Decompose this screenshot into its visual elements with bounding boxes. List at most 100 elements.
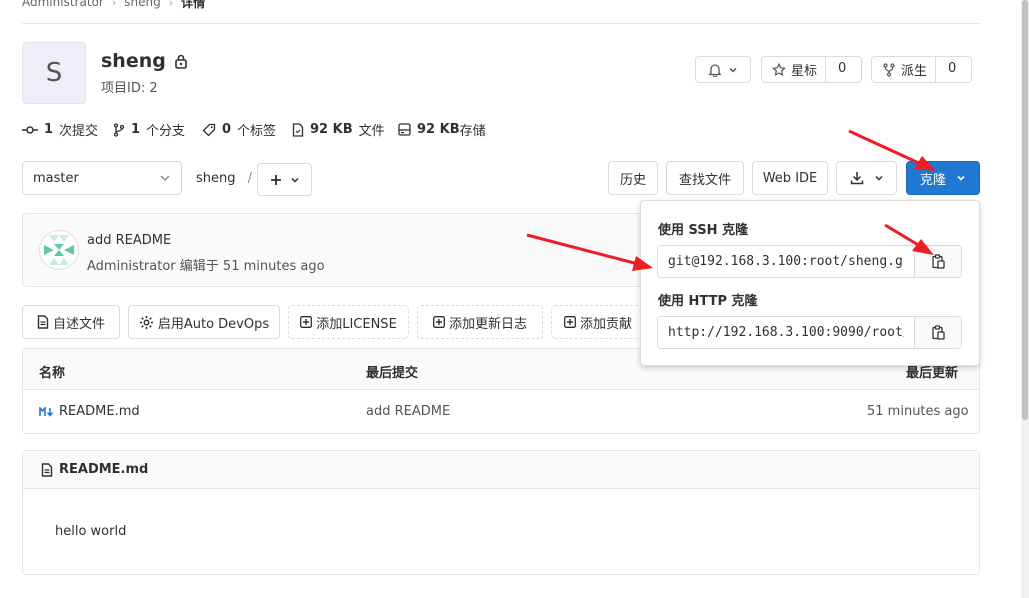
plus-square-icon	[433, 316, 445, 328]
clone-button[interactable]: 克隆	[906, 161, 980, 195]
stat-value: 0	[222, 122, 232, 137]
storage-icon	[398, 123, 411, 136]
commit-title[interactable]: add README	[87, 233, 171, 248]
project-title-row: sheng	[101, 50, 188, 72]
stat-label: 个分支	[146, 124, 186, 139]
quick-action-label: 添加LICENSE	[316, 316, 397, 332]
divider	[22, 23, 980, 24]
stat-label: 次提交	[59, 124, 99, 139]
stat-files[interactable]: 92 KB 文件	[292, 120, 385, 139]
download-button[interactable]	[836, 161, 897, 195]
breadcrumb-item-user[interactable]: Administrator	[22, 0, 104, 9]
markdown-icon	[39, 406, 54, 417]
chevron-down-icon	[290, 175, 300, 185]
ssh-url-group	[657, 245, 962, 278]
project-name[interactable]: sheng	[101, 50, 166, 72]
column-header-last-commit: 最后提交	[366, 366, 419, 381]
branch-icon	[113, 122, 125, 137]
fork-button[interactable]: 派生 0	[871, 56, 972, 83]
stat-branches[interactable]: 1 个分支	[113, 120, 185, 139]
stat-label: 个标签	[237, 124, 277, 139]
chevron-down-icon	[159, 172, 171, 184]
copy-ssh-url-button[interactable]	[914, 246, 961, 277]
readme-quick-button[interactable]: 自述文件	[22, 305, 120, 339]
chevron-down-icon	[728, 65, 738, 75]
author-identicon-avatar[interactable]	[39, 230, 79, 270]
commit-meta: Administrator 编辑于 51 minutes ago	[87, 255, 325, 274]
http-clone-label: 使用 HTTP 克隆	[658, 294, 758, 309]
chevron-down-icon	[874, 173, 884, 183]
stat-value: 92 KB	[310, 122, 353, 137]
plus-icon	[270, 174, 282, 186]
clipboard-icon	[931, 254, 945, 269]
ssh-clone-label: 使用 SSH 克隆	[658, 223, 749, 238]
table-row[interactable]	[23, 391, 979, 433]
clipboard-icon	[931, 325, 945, 340]
plus-square-icon	[300, 316, 313, 328]
clone-label: 克隆	[919, 172, 946, 188]
readme-filename[interactable]: README.md	[59, 462, 148, 477]
branch-select[interactable]: master	[22, 161, 182, 195]
chevron-right-icon: ›	[168, 0, 174, 9]
document-icon	[37, 315, 49, 329]
branch-select-value: master	[33, 170, 79, 186]
lock-icon	[174, 53, 188, 69]
fork-count: 0	[935, 57, 968, 82]
quick-action-label: 添加贡献	[580, 316, 633, 332]
star-button[interactable]: 星标 0	[761, 56, 862, 83]
enable-auto-devops-button[interactable]: 启用Auto DevOps	[128, 305, 280, 339]
document-icon	[41, 462, 53, 477]
add-contributing-button[interactable]: 添加贡献	[551, 305, 651, 339]
http-url-input[interactable]	[658, 317, 914, 348]
notification-button[interactable]	[695, 56, 751, 83]
fork-label: 派生	[901, 64, 928, 79]
commit-time: 51 minutes ago	[222, 259, 325, 274]
copy-http-url-button[interactable]	[914, 317, 961, 348]
stat-label: 存储	[459, 124, 486, 139]
chevron-down-icon	[956, 173, 966, 183]
column-header-name: 名称	[39, 366, 66, 381]
scrollbar-thumb[interactable]	[1022, 0, 1028, 420]
project-id: 项目ID: 2	[101, 81, 158, 96]
path-separator: /	[247, 171, 253, 186]
file-last-commit[interactable]: add README	[366, 404, 450, 419]
commit-icon	[22, 124, 38, 136]
stat-value: 92 KB	[417, 122, 460, 137]
breadcrumb: Administrator › sheng › 详情	[22, 0, 205, 10]
readme-header	[23, 451, 979, 489]
breadcrumb-item-project[interactable]: sheng	[124, 0, 160, 9]
ssh-url-input[interactable]	[658, 246, 914, 277]
stat-label: 文件	[358, 124, 385, 139]
breadcrumb-item-current: 详情	[181, 0, 206, 10]
readme-content: hello world	[55, 524, 127, 539]
add-license-button[interactable]: 添加LICENSE	[288, 305, 409, 339]
file-name[interactable]: README.md	[59, 404, 140, 419]
web-ide-button[interactable]: Web IDE	[752, 161, 828, 195]
plus-square-icon	[564, 316, 576, 328]
tag-icon	[202, 123, 216, 137]
add-changelog-button[interactable]: 添加更新日志	[417, 305, 543, 339]
star-count: 0	[825, 57, 858, 82]
file-last-update: 51 minutes ago	[867, 404, 969, 419]
quick-action-label: 自述文件	[52, 316, 105, 332]
stat-value: 1	[44, 122, 54, 137]
find-file-button[interactable]: 查找文件	[666, 161, 744, 195]
file-name-cell[interactable]: README.md	[39, 404, 140, 419]
fork-icon	[882, 62, 896, 77]
download-icon	[850, 171, 864, 185]
star-label: 星标	[791, 64, 818, 79]
stat-tags[interactable]: 0 个标签	[202, 120, 276, 139]
http-url-group	[657, 316, 962, 349]
commit-author[interactable]: Administrator	[87, 259, 176, 274]
history-button[interactable]: 历史	[608, 161, 658, 195]
quick-action-label: 添加更新日志	[448, 316, 527, 332]
repo-path-name[interactable]: sheng	[196, 171, 236, 186]
stat-value: 1	[131, 122, 141, 137]
gear-icon	[139, 315, 154, 330]
commit-edited-text: 编辑于	[179, 259, 219, 274]
stat-storage[interactable]: 92 KB 存储	[398, 120, 486, 139]
repo-path: sheng /	[196, 171, 252, 186]
project-avatar: S	[22, 42, 86, 104]
add-file-dropdown-button[interactable]	[257, 163, 312, 196]
stat-commits[interactable]: 1 次提交	[22, 120, 98, 139]
